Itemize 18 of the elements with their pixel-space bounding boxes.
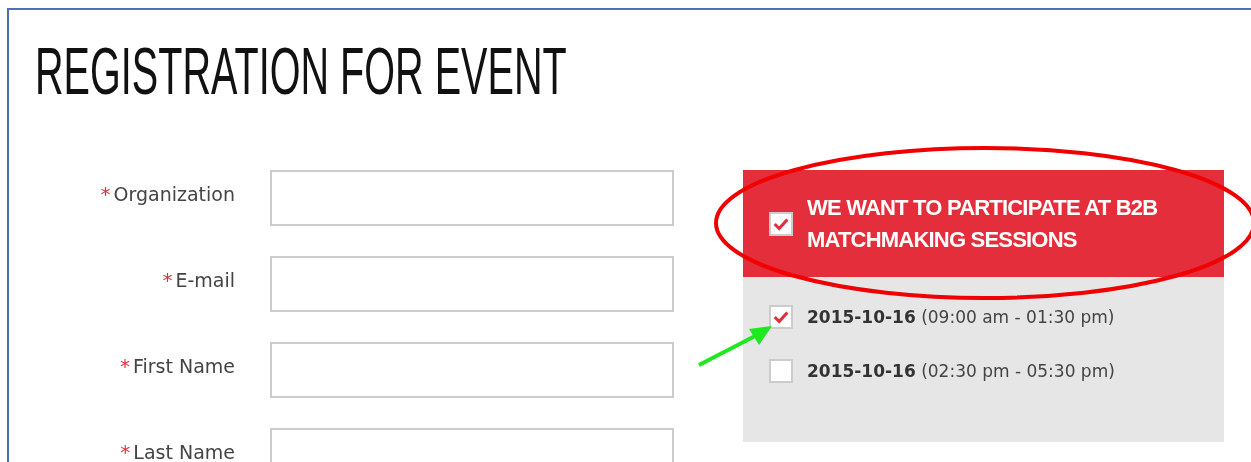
field-label: Organization <box>113 183 235 205</box>
page-title: REGISTRATION FOR EVENT <box>35 38 567 104</box>
session-label: 2015-10-16 (09:00 am - 01:30 pm) <box>807 307 1115 327</box>
field-label: E-mail <box>175 269 235 291</box>
required-mark: * <box>162 268 173 292</box>
field-label: Last Name <box>133 441 235 462</box>
checkbox[interactable] <box>769 305 793 329</box>
session-label: 2015-10-16 (02:30 pm - 05:30 pm) <box>807 361 1115 381</box>
field-label: First Name <box>132 355 235 377</box>
input-field[interactable] <box>270 342 674 398</box>
option-label: WE WANT TO PARTICIPATE AT B2B MATCHMAKING SESSIONS <box>807 193 1159 254</box>
required-mark: * <box>100 182 111 206</box>
input-field[interactable] <box>270 170 674 226</box>
required-mark: * <box>120 440 131 462</box>
input-field[interactable] <box>270 256 674 312</box>
checkbox[interactable] <box>769 359 793 383</box>
required-mark: * <box>119 354 130 378</box>
checkbox[interactable] <box>769 211 793 236</box>
